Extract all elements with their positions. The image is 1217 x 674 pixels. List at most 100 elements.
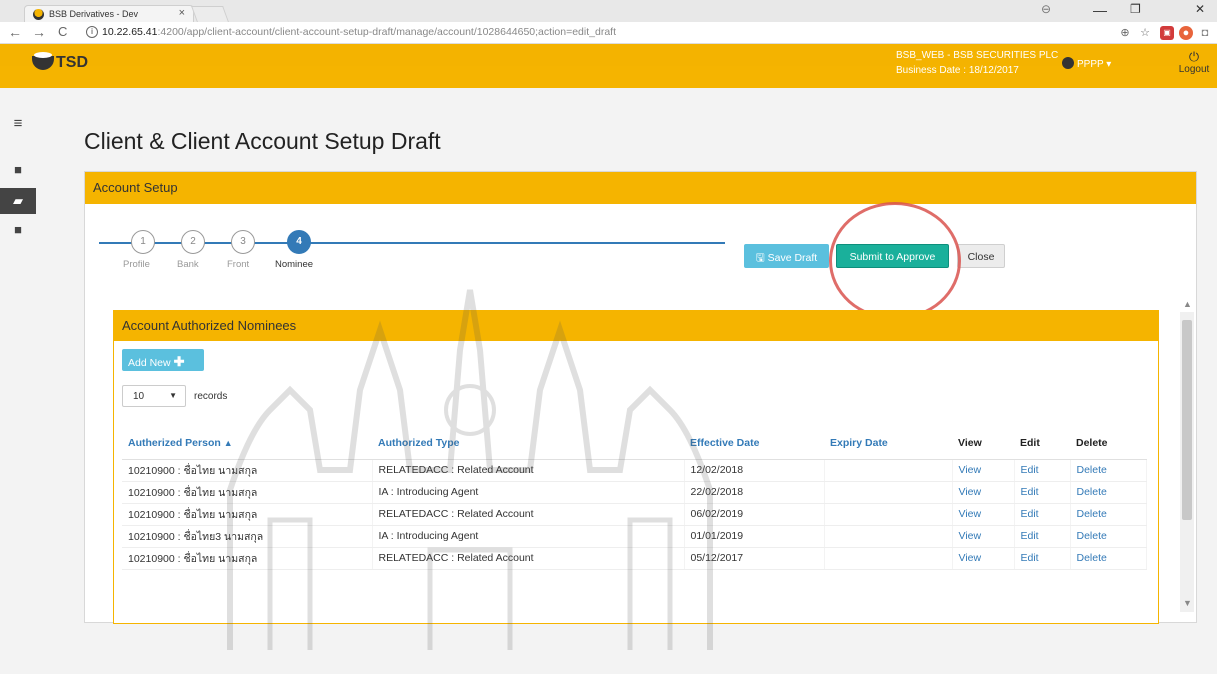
brand-name: TSD <box>56 54 88 71</box>
folder-icon[interactable]: ■ <box>8 220 28 240</box>
table-row: 10210900 : ชื่อไทย3 นามสกุล IA : Introdu… <box>122 525 1147 548</box>
cell-type: RELATEDACC : Related Account <box>372 547 685 570</box>
step-label-bank: Bank <box>177 259 199 270</box>
step-label-profile: Profile <box>123 259 150 270</box>
cell-type: RELATEDACC : Related Account <box>372 503 685 526</box>
browser-tab[interactable]: BSB Derivatives - Dev × <box>24 5 194 22</box>
folder-icon[interactable]: ■ <box>8 160 28 180</box>
folder-open-icon[interactable]: ▰ <box>0 188 36 214</box>
site-info-icon[interactable]: i <box>86 26 98 39</box>
cell-effective: 01/01/2019 <box>684 525 825 548</box>
cell-person: 10210900 : ชื่อไทย นามสกุล <box>122 547 373 570</box>
forward-arrow-icon[interactable]: → <box>32 24 46 40</box>
col-type[interactable]: Authorized Type <box>372 427 684 460</box>
url-host: 10.22.65.41 <box>102 26 158 38</box>
user-menu[interactable]: PPPP ▾ <box>1062 57 1111 70</box>
col-expiry-date[interactable]: Expiry Date <box>824 427 952 460</box>
save-draft-button[interactable]: 🖫 Save Draft <box>744 244 829 268</box>
save-icon: 🖫 <box>755 252 768 264</box>
delete-link[interactable]: Delete <box>1070 547 1147 570</box>
table-row: 10210900 : ชื่อไทย นามสกุล RELATEDACC : … <box>122 459 1147 482</box>
edit-link[interactable]: Edit <box>1014 503 1071 526</box>
scrollbar-thumb[interactable] <box>1182 320 1192 520</box>
view-link[interactable]: View <box>952 547 1015 570</box>
page-scrollbar[interactable] <box>1180 312 1194 612</box>
business-date: Business Date : 18/12/2017 <box>896 65 1019 76</box>
edit-link[interactable]: Edit <box>1014 525 1071 548</box>
step-bank[interactable]: 2 <box>181 230 205 254</box>
url-path: :4200/app/client-account/client-account-… <box>157 26 616 38</box>
submit-to-approve-button[interactable]: Submit to Approve <box>836 244 949 268</box>
save-draft-label: Save Draft <box>767 252 818 264</box>
extension-red-icon[interactable]: ▣ <box>1160 26 1174 40</box>
scroll-up-icon[interactable]: ▲ <box>1183 299 1192 309</box>
cell-effective: 12/02/2018 <box>684 459 825 482</box>
col-view: View <box>952 427 1014 460</box>
view-link[interactable]: View <box>952 481 1015 504</box>
edit-link[interactable]: Edit <box>1014 459 1071 482</box>
account-icon[interactable]: ⊖ <box>1041 2 1051 16</box>
add-new-button[interactable]: Add New ✚ <box>122 349 204 371</box>
cell-expiry <box>824 503 953 526</box>
cell-type: RELATEDACC : Related Account <box>372 459 685 482</box>
url-field[interactable]: i 10.22.65.41:4200/app/client-account/cli… <box>86 24 1146 42</box>
col-person[interactable]: Autherized Person ▲ <box>122 427 372 460</box>
edit-link[interactable]: Edit <box>1014 481 1071 504</box>
table-row: 10210900 : ชื่อไทย นามสกุล RELATEDACC : … <box>122 547 1147 570</box>
cell-expiry <box>824 481 953 504</box>
panel-title: Account Setup <box>85 172 1196 204</box>
cell-person: 10210900 : ชื่อไทย3 นามสกุล <box>122 525 373 548</box>
delete-link[interactable]: Delete <box>1070 503 1147 526</box>
page-size-value: 10 <box>133 391 145 402</box>
zoom-icon[interactable]: ⊕ <box>1118 26 1132 40</box>
user-name: PPPP <box>1077 59 1104 70</box>
address-bar: ← → C i 10.22.65.41:4200/app/client-accou… <box>0 22 1217 44</box>
bookmark-star-icon[interactable]: ☆ <box>1138 26 1152 40</box>
cell-type: IA : Introducing Agent <box>372 481 685 504</box>
close-button[interactable]: Close <box>957 244 1005 268</box>
step-label-nominee: Nominee <box>275 259 314 270</box>
cell-effective: 22/02/2018 <box>684 481 825 504</box>
records-label: records <box>194 391 228 402</box>
step-front[interactable]: 3 <box>231 230 255 254</box>
logout-button[interactable]: ⏻ Logout <box>1174 50 1214 76</box>
cell-person: 10210900 : ชื่อไทย นามสกุล <box>122 459 373 482</box>
reload-icon[interactable]: C <box>58 24 67 39</box>
scroll-down-icon[interactable]: ▼ <box>1183 598 1192 608</box>
col-delete: Delete <box>1070 427 1147 460</box>
maximize-button[interactable]: ❐ <box>1130 2 1141 16</box>
view-link[interactable]: View <box>952 503 1015 526</box>
cell-expiry <box>824 459 953 482</box>
step-nominee[interactable]: 4 <box>287 230 311 254</box>
camera-icon[interactable]: ◘ <box>1198 26 1212 40</box>
col-effective-date[interactable]: Effective Date <box>684 427 824 460</box>
table-row: 10210900 : ชื่อไทย นามสกุล RELATEDACC : … <box>122 503 1147 526</box>
back-arrow-icon[interactable]: ← <box>8 24 22 40</box>
view-link[interactable]: View <box>952 459 1015 482</box>
cell-person: 10210900 : ชื่อไทย นามสกุล <box>122 503 373 526</box>
delete-link[interactable]: Delete <box>1070 459 1147 482</box>
edit-link[interactable]: Edit <box>1014 547 1071 570</box>
new-tab-button[interactable] <box>191 6 229 22</box>
view-link[interactable]: View <box>952 525 1015 548</box>
browser-tab-bar: BSB Derivatives - Dev × ⊖ — ❐ ✕ <box>0 0 1217 22</box>
sidebar: ≡ ■ ▰ ■ <box>0 88 36 674</box>
cell-person: 10210900 : ชื่อไทย นามสกุล <box>122 481 373 504</box>
minimize-button[interactable]: — <box>1093 2 1107 18</box>
delete-link[interactable]: Delete <box>1070 481 1147 504</box>
cell-expiry <box>824 547 953 570</box>
tab-close-icon[interactable]: × <box>179 7 185 19</box>
col-person-label: Autherized Person <box>128 436 221 449</box>
cell-effective: 06/02/2019 <box>684 503 825 526</box>
logout-label: Logout <box>1178 64 1210 75</box>
menu-toggle-icon[interactable]: ≡ <box>8 114 28 134</box>
delete-link[interactable]: Delete <box>1070 525 1147 548</box>
step-profile[interactable]: 1 <box>131 230 155 254</box>
sort-asc-icon: ▲ <box>223 437 233 448</box>
nominees-table: Autherized Person ▲ Authorized Type Effec… <box>122 427 1147 570</box>
page-size-select[interactable]: 10 ▼ <box>122 385 186 407</box>
window-close-button[interactable]: ✕ <box>1195 2 1205 16</box>
add-new-label: Add New <box>128 357 171 369</box>
col-edit: Edit <box>1014 427 1070 460</box>
extension-orange-icon[interactable]: ● <box>1179 26 1193 40</box>
